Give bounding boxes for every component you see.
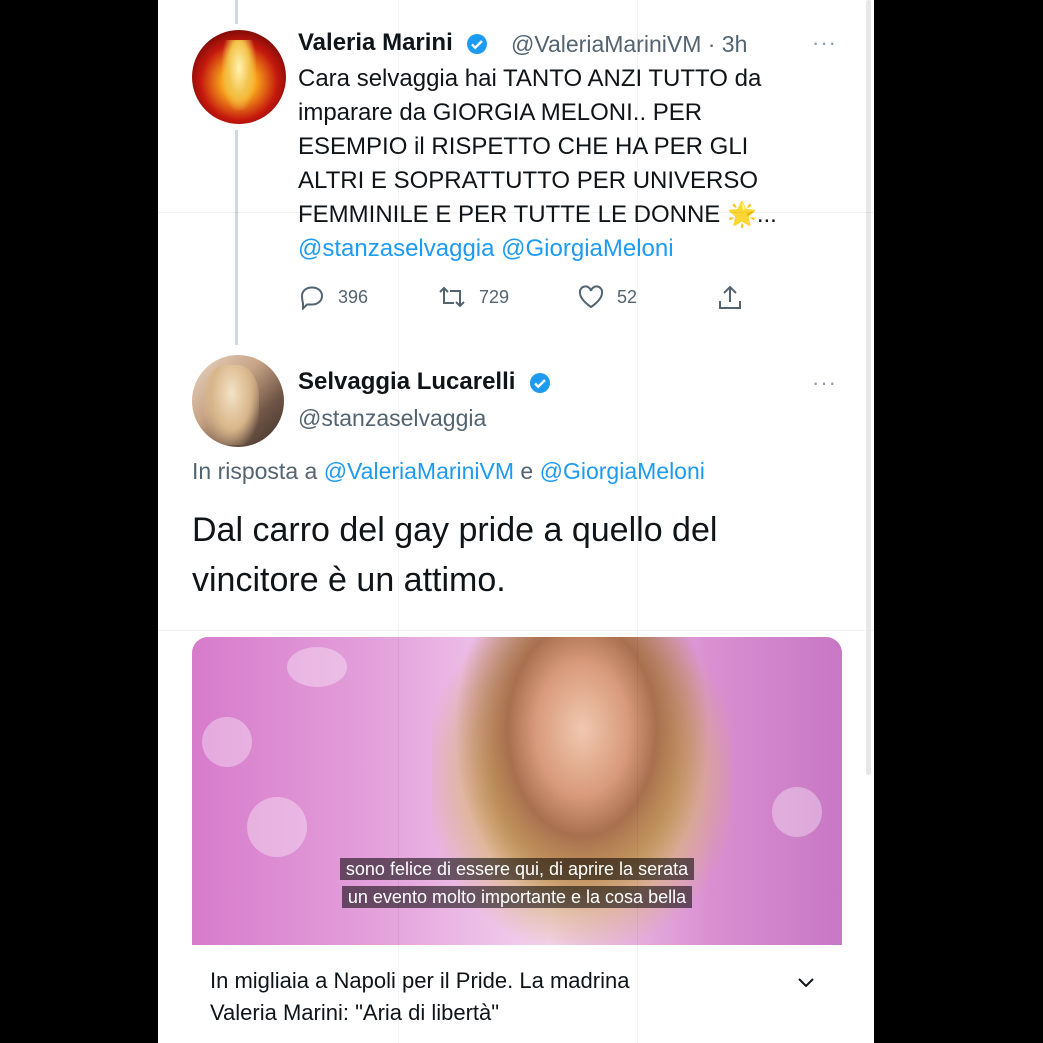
reply-user-link[interactable]: @ValeriaMariniVM <box>324 458 514 484</box>
tweet1-line: Cara selvaggia hai TANTO ANZI TUTTO da <box>298 65 762 92</box>
sponsor-logo <box>202 717 252 767</box>
like-button[interactable]: 52 <box>577 284 637 310</box>
tweet2-author-name[interactable]: Selvaggia Lucarelli <box>298 368 552 396</box>
sponsor-logo <box>247 797 307 857</box>
reply-user-link[interactable]: @GiorgiaMeloni <box>540 458 705 484</box>
verified-badge-icon <box>467 33 488 54</box>
video-subtitle: un evento molto importante e la cosa bel… <box>192 883 842 911</box>
tweet1-handle[interactable]: @ValeriaMariniVM · 3h <box>511 31 747 58</box>
tweet1-line: imparare da GIORGIA MELONI.. PER <box>298 99 703 126</box>
tweet2-more-icon[interactable]: ··· <box>812 370 837 396</box>
tweet1-line: FEMMINILE E PER TUTTE LE DONNE 🌟... <box>298 201 777 228</box>
tweet1-mentions[interactable]: @stanzaselvaggia @GiorgiaMeloni <box>298 232 838 266</box>
avatar-valeria-marini[interactable] <box>192 30 286 124</box>
retweet-button[interactable]: 729 <box>437 284 509 310</box>
sponsor-logo <box>772 787 822 837</box>
video-subtitle: sono felice di essere qui, di aprire la … <box>192 855 842 883</box>
verified-badge-icon <box>530 372 551 393</box>
reply-context: In risposta a @ValeriaMariniVM e @Giorgi… <box>192 458 705 484</box>
retweet-icon <box>439 286 465 308</box>
share-button[interactable] <box>716 284 744 312</box>
fold-line <box>398 0 399 1043</box>
like-count: 52 <box>617 286 638 307</box>
video-caption[interactable]: In migliaia a Napoli per il Pride. La ma… <box>210 965 770 1029</box>
tweet1-more-icon[interactable]: ··· <box>812 30 837 56</box>
avatar-selvaggia-lucarelli[interactable] <box>192 355 284 447</box>
video-player[interactable]: sono felice di essere qui, di aprire la … <box>192 637 842 945</box>
fold-line <box>637 0 638 1043</box>
scrollbar[interactable] <box>866 0 871 775</box>
tweet2-handle[interactable]: @stanzaselvaggia <box>298 405 486 432</box>
thread-connector <box>235 130 238 345</box>
thread-connector-top <box>235 0 238 24</box>
tweet1-line: ESEMPIO il RISPETTO CHE HA PER GLI <box>298 133 749 160</box>
chevron-down-icon[interactable] <box>794 970 818 994</box>
tweet2-text: Dal carro del gay pride a quello del vin… <box>192 511 718 599</box>
fold-line <box>158 212 874 213</box>
reply-icon <box>300 286 324 310</box>
share-icon <box>719 285 741 309</box>
retweet-count: 729 <box>479 286 510 307</box>
tweet1-line: ALTRI E SOPRATTUTTO PER UNIVERSO <box>298 167 759 194</box>
heart-icon <box>578 285 604 309</box>
reply-count: 396 <box>338 286 369 307</box>
reply-button[interactable]: 396 <box>298 284 368 310</box>
tweet1-text: Cara selvaggia hai TANTO ANZI TUTTO da i… <box>298 62 838 266</box>
sponsor-logo <box>287 647 347 687</box>
divider <box>158 630 874 631</box>
tweet1-author-name[interactable]: Valeria Marini <box>298 29 489 57</box>
